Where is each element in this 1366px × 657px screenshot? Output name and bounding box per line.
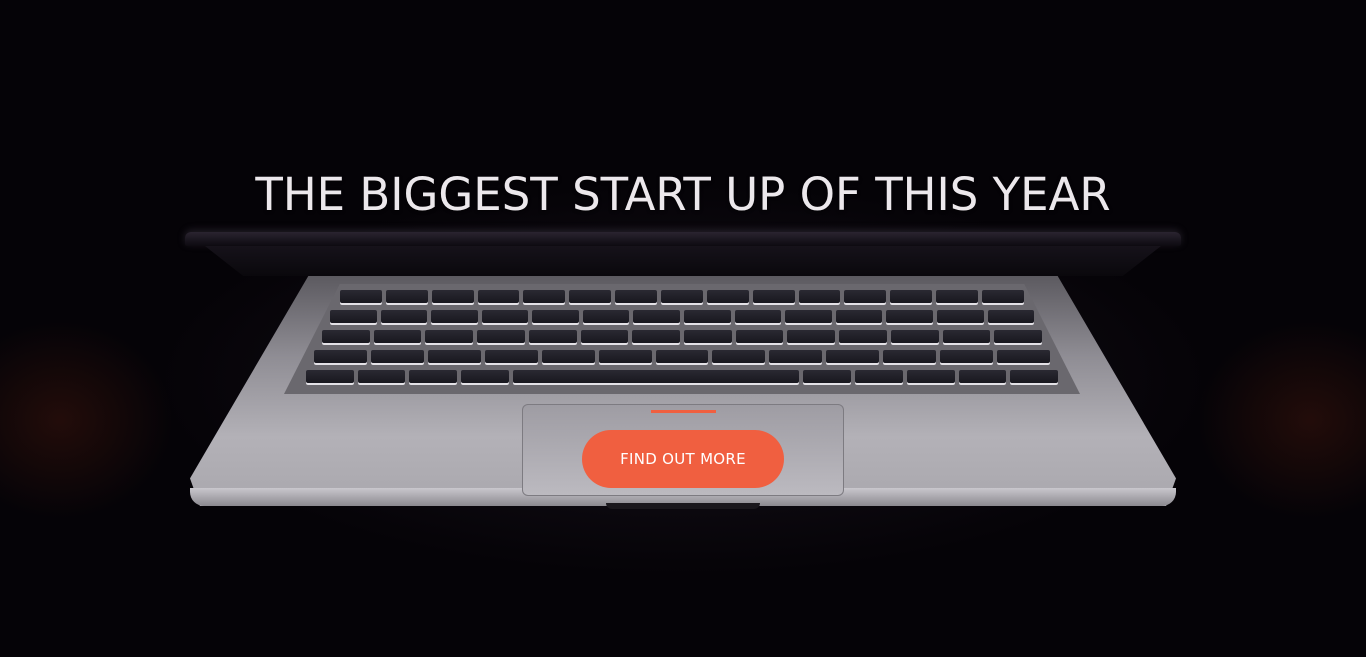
laptop-lid xyxy=(185,232,1181,246)
laptop-notch xyxy=(606,503,760,509)
find-out-more-button[interactable]: FIND OUT MORE xyxy=(582,430,784,488)
key-row xyxy=(306,370,1059,385)
laptop-keyboard xyxy=(300,290,1064,390)
accent-divider xyxy=(651,410,716,413)
key-row xyxy=(330,310,1035,325)
hero-section: THE BIGGEST START UP OF THIS YEAR FIND O… xyxy=(0,0,1366,657)
key-row xyxy=(340,290,1024,305)
key-row xyxy=(322,330,1043,345)
hero-title: THE BIGGEST START UP OF THIS YEAR xyxy=(255,168,1111,221)
key-row xyxy=(314,350,1050,365)
laptop-hinge xyxy=(205,246,1161,276)
